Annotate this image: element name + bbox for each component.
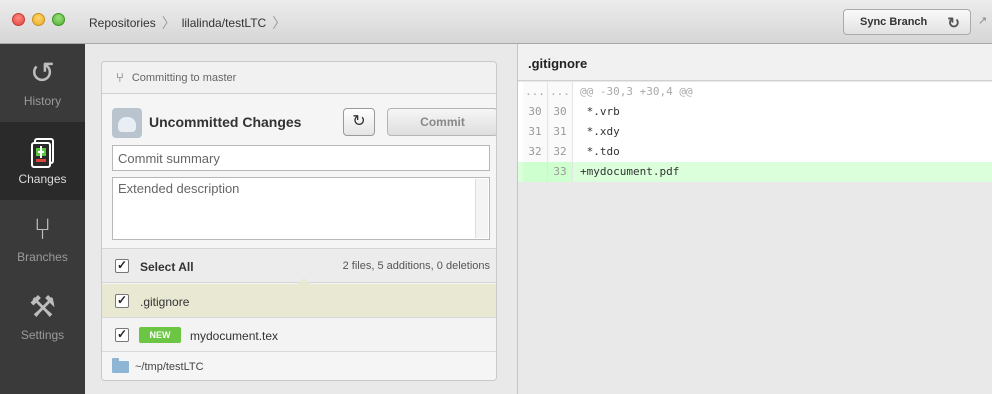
discard-changes-button[interactable]: ↻	[343, 108, 375, 136]
sync-branch-button[interactable]: Sync Branch ↻	[843, 9, 971, 35]
file-row-mydocument[interactable]: ✓ NEW mydocument.tex	[102, 318, 496, 352]
diff-view: ... ... @@ -30,3 +30,4 @@ 30 30 *.vrb 31…	[518, 82, 992, 394]
diff-line: ... ... @@ -30,3 +30,4 @@	[518, 82, 992, 102]
file-checkbox[interactable]: ✓	[115, 328, 129, 342]
revert-icon: ↻	[352, 113, 366, 130]
diff-line: 32 32 *.tdo	[518, 142, 992, 162]
sidebar-item-history[interactable]: ↺ History	[0, 44, 85, 122]
new-badge: NEW	[139, 327, 181, 343]
sidebar-item-changes[interactable]: Changes	[0, 122, 85, 200]
branches-icon: ⑂	[33, 213, 52, 246]
file-name: .gitignore	[140, 295, 190, 309]
select-all-label[interactable]: Select All	[140, 260, 194, 274]
changes-icon	[0, 134, 85, 170]
sidebar-item-label: Settings	[20, 328, 65, 342]
zoom-window-button[interactable]	[52, 13, 65, 26]
old-line-number: 32	[523, 142, 548, 162]
settings-icon: ⚒	[29, 291, 56, 324]
breadcrumb-repositories[interactable]: Repositories	[89, 16, 156, 30]
diff-line-text: @@ -30,3 +30,4 @@	[580, 85, 693, 98]
file-name: mydocument.tex	[190, 329, 279, 343]
repo-path-row[interactable]: ~/tmp/testLTC	[102, 352, 496, 380]
minimize-window-button[interactable]	[32, 13, 45, 26]
description-scrollbar[interactable]	[475, 179, 488, 238]
sync-icon: ↻	[947, 15, 960, 32]
file-row-gitignore[interactable]: ✓ .gitignore	[102, 284, 496, 318]
commit-summary-input[interactable]	[112, 145, 490, 171]
diff-line-added: 33 +mydocument.pdf	[518, 162, 992, 182]
sidebar-item-settings[interactable]: ⚒ Settings	[0, 278, 85, 356]
sidebar-item-label: Changes	[18, 172, 67, 186]
history-icon: ↺	[29, 57, 56, 90]
diff-line: 30 30 *.vrb	[518, 102, 992, 122]
old-line-number	[523, 162, 548, 182]
change-stats: 2 files, 5 additions, 0 deletions	[342, 260, 490, 272]
old-line-number: ...	[523, 82, 548, 102]
fullscreen-icon[interactable]: ↗	[978, 14, 987, 27]
repo-path: ~/tmp/testLTC	[135, 361, 204, 373]
sidebar-item-branches[interactable]: ⑂ Branches	[0, 200, 85, 278]
sidebar-item-label: Branches	[17, 250, 68, 264]
file-checkbox[interactable]: ✓	[115, 294, 129, 308]
old-line-number: 30	[523, 102, 548, 122]
new-line-number: 30	[548, 102, 573, 122]
diff-header: .gitignore	[518, 44, 992, 81]
branch-text: Committing to master	[131, 71, 237, 84]
branch-icon: ⑂	[116, 70, 124, 85]
diff-filename: .gitignore	[528, 56, 588, 71]
breadcrumb-repo[interactable]: lilalinda/testLTC	[182, 16, 266, 30]
select-all-checkbox[interactable]: ✓	[115, 259, 129, 273]
diff-line-text: +mydocument.pdf	[580, 165, 680, 178]
avatar	[112, 108, 142, 138]
new-line-number: 31	[548, 122, 573, 142]
new-line-number: ...	[548, 82, 573, 102]
extended-description-input[interactable]	[112, 177, 490, 240]
diff-line-text: *.xdy	[580, 125, 620, 138]
sync-branch-label: Sync Branch	[860, 16, 928, 28]
commit-toolbar: Uncommitted Changes ↻ Commit	[112, 108, 496, 138]
diff-line-text: *.vrb	[580, 105, 620, 118]
branch-header: ⑂ Committing to master	[102, 62, 496, 94]
new-line-number: 33	[548, 162, 573, 182]
diff-line: 31 31 *.xdy	[518, 122, 992, 142]
commit-button[interactable]: Commit	[387, 108, 496, 136]
folder-icon	[112, 358, 129, 373]
new-line-number: 32	[548, 142, 573, 162]
breadcrumb-chevron-icon: 〉	[272, 15, 287, 31]
old-line-number: 31	[523, 122, 548, 142]
commit-panel: ⑂ Committing to master Uncommitted Chang…	[101, 61, 497, 381]
breadcrumb: Repositories 〉 lilalinda/testLTC 〉	[89, 13, 292, 33]
close-window-button[interactable]	[12, 13, 25, 26]
diff-line-text: *.tdo	[580, 145, 620, 158]
uncommitted-title: Uncommitted Changes	[149, 114, 302, 130]
sidebar-item-label: History	[23, 94, 62, 108]
sidebar: ↺ History Changes ⑂ Branches ⚒ Settings	[0, 44, 85, 394]
title-bar: Repositories 〉 lilalinda/testLTC 〉 Sync …	[0, 0, 992, 44]
breadcrumb-chevron-icon: 〉	[161, 15, 176, 31]
